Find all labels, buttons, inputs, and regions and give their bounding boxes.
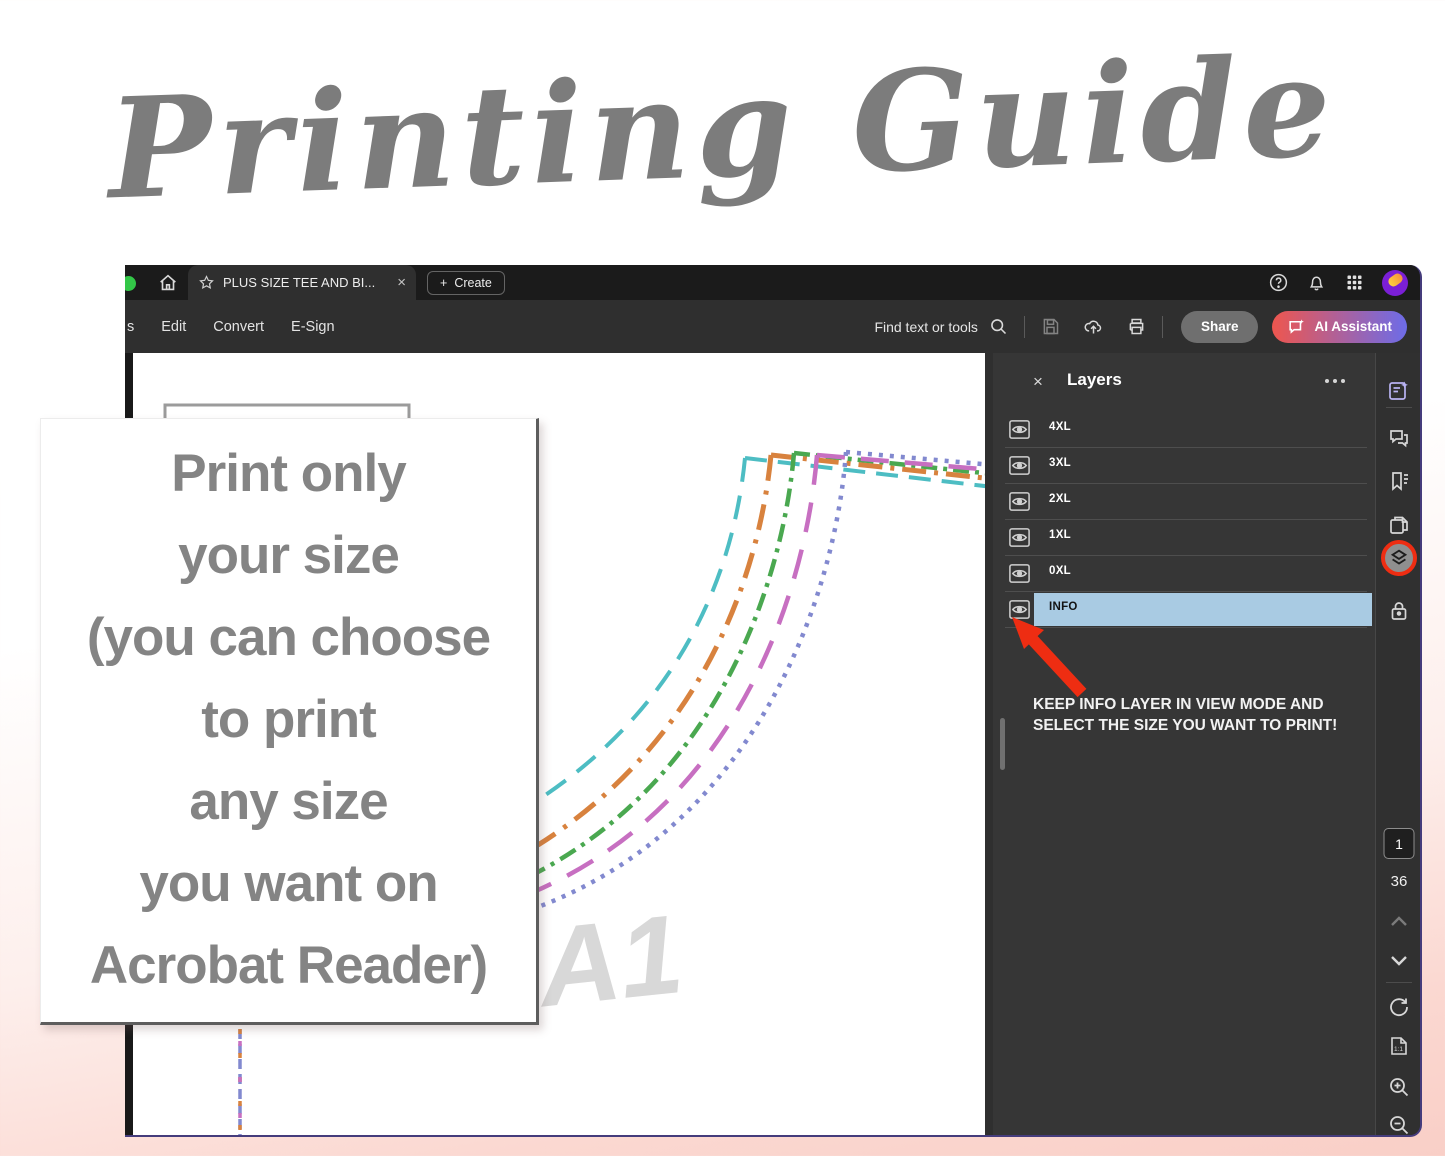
actual-size-icon[interactable]: 1:1 (1387, 1034, 1411, 1058)
note-line: to print (41, 679, 536, 761)
layer-row-0xl[interactable]: 0XL (993, 556, 1375, 592)
svg-text:1:1: 1:1 (1394, 1046, 1403, 1053)
tab-bar: PLUS SIZE TEE AND BI... × + Create (125, 265, 1420, 300)
note-line: Acrobat Reader) (41, 925, 536, 1007)
page-count: 36 (1391, 873, 1408, 890)
save-icon[interactable] (1040, 316, 1061, 337)
pattern-sheet-label: A1 (530, 891, 688, 1031)
layers-panel: × Layers 4XL 3XL 2XL 1XL 0XL (993, 353, 1375, 1137)
menu-item-esign[interactable]: E-Sign (291, 319, 335, 335)
star-icon (198, 274, 215, 291)
window-green-dot[interactable] (125, 276, 136, 291)
page-number-input[interactable] (1384, 828, 1415, 859)
zoom-in-icon[interactable] (1387, 1075, 1411, 1099)
toolbar-divider (1162, 316, 1163, 338)
note-line: (you can choose (41, 597, 536, 679)
menu-item-edit[interactable]: Edit (161, 319, 186, 335)
layers-instruction-text: KEEP INFO LAYER IN VIEW MODE AND SELECT … (1033, 694, 1348, 736)
layer-row-4xl[interactable]: 4XL (993, 412, 1375, 448)
cloud-upload-icon[interactable] (1083, 316, 1104, 337)
tab-title: PLUS SIZE TEE AND BI... (223, 275, 389, 290)
protect-lock-icon[interactable] (1387, 599, 1411, 623)
layer-visibility-eye-icon[interactable] (1008, 562, 1031, 585)
tab-close-icon[interactable]: × (397, 274, 406, 291)
create-button[interactable]: + Create (427, 271, 505, 295)
layer-visibility-eye-icon[interactable] (1008, 490, 1031, 513)
notifications-bell-icon[interactable] (1306, 272, 1327, 293)
layers-panel-title: Layers (1067, 370, 1122, 390)
zoom-out-icon[interactable] (1387, 1113, 1411, 1137)
find-text-or-tools[interactable]: Find text or tools (874, 319, 978, 335)
rotate-view-icon[interactable] (1387, 995, 1411, 1019)
right-tool-strip: 36 1:1 (1375, 353, 1422, 1137)
ai-chat-icon (1287, 317, 1306, 336)
size-line-neckline (538, 455, 817, 890)
menu-item-partial[interactable]: s (127, 319, 134, 335)
ai-assistant-panel-icon[interactable] (1387, 379, 1411, 403)
layers-tool-icon[interactable] (1381, 540, 1417, 576)
user-avatar[interactable] (1382, 270, 1408, 296)
home-icon[interactable] (157, 272, 179, 294)
size-line-neckline (538, 452, 846, 907)
menu-item-convert[interactable]: Convert (213, 319, 264, 335)
ai-assistant-button[interactable]: AI Assistant (1272, 311, 1407, 343)
note-line: Print only (41, 433, 536, 515)
strip-divider (1386, 407, 1412, 408)
note-line: you want on (41, 843, 536, 925)
layers-options-icon[interactable] (1325, 379, 1345, 383)
app-grid-icon[interactable] (1344, 272, 1365, 293)
layer-row-3xl[interactable]: 3XL (993, 448, 1375, 484)
plus-icon: + (440, 276, 447, 290)
search-icon[interactable] (988, 316, 1009, 337)
document-tab[interactable]: PLUS SIZE TEE AND BI... × (188, 265, 416, 300)
page-title: Printing Guide (0, 0, 1445, 283)
layer-visibility-eye-icon[interactable] (1008, 454, 1031, 477)
organize-pages-icon[interactable] (1387, 513, 1411, 537)
print-note-box: Print only your size (you can choose to … (40, 418, 539, 1025)
layer-visibility-eye-icon[interactable] (1008, 418, 1031, 441)
print-icon[interactable] (1126, 316, 1147, 337)
layer-row-2xl[interactable]: 2XL (993, 484, 1375, 520)
layer-visibility-eye-icon[interactable] (1008, 526, 1031, 549)
note-line: any size (41, 761, 536, 843)
bookmarks-icon[interactable] (1387, 469, 1411, 493)
selected-layer-highlight (1034, 593, 1372, 626)
layer-row-1xl[interactable]: 1XL (993, 520, 1375, 556)
toolbar: s Edit Convert E-Sign Find text or tools… (125, 300, 1420, 353)
size-line-neckline (538, 453, 794, 872)
toolbar-divider (1024, 316, 1025, 338)
layer-row-info[interactable]: INFO (993, 592, 1375, 628)
share-button[interactable]: Share (1181, 311, 1259, 343)
panel-scrollbar-thumb[interactable] (1000, 718, 1005, 770)
help-icon[interactable] (1268, 272, 1289, 293)
layer-visibility-eye-icon[interactable] (1008, 598, 1031, 621)
previous-page-chevron-icon[interactable] (1387, 910, 1411, 934)
comments-icon[interactable] (1387, 426, 1411, 450)
layers-panel-close-icon[interactable]: × (1033, 372, 1043, 392)
next-page-chevron-icon[interactable] (1387, 948, 1411, 972)
strip-divider (1386, 982, 1412, 983)
note-line: your size (41, 515, 536, 597)
